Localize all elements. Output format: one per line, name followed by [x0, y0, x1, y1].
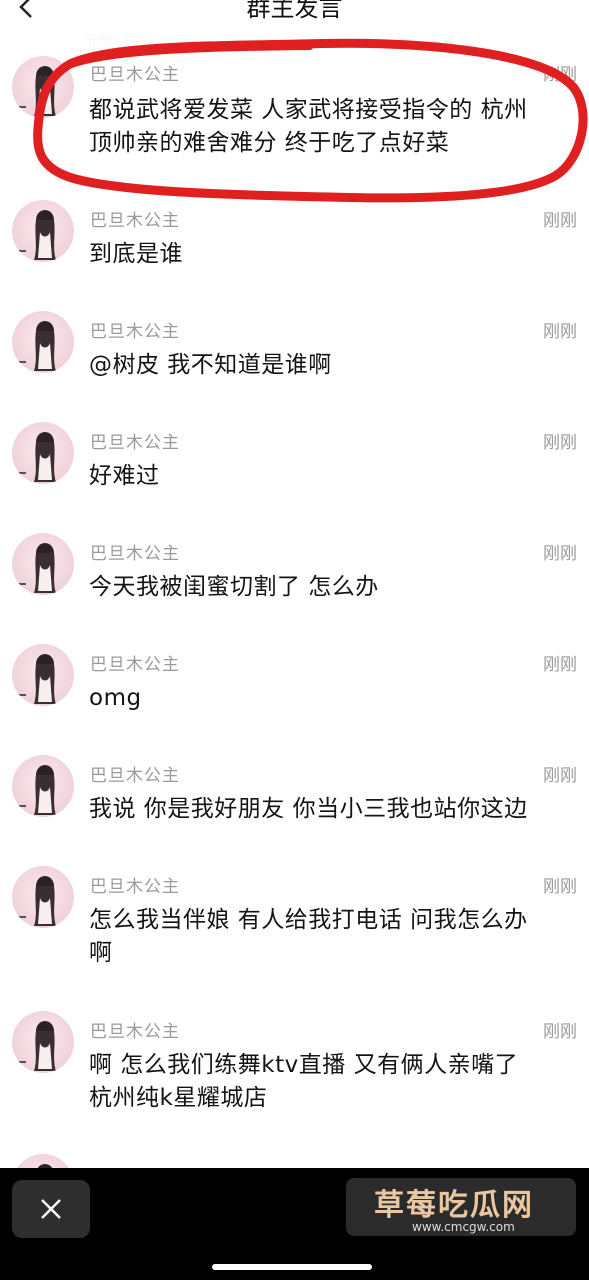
sender-name: 巴旦木公主 — [90, 322, 180, 342]
home-indicator[interactable] — [212, 1264, 372, 1270]
status-time: 12:57 — [84, 32, 151, 56]
sender-name: 巴旦木公主 — [90, 433, 180, 453]
message-text[interactable]: 今天我被闺蜜切割了 怎么办 — [89, 571, 579, 604]
message-line: 今天我被闺蜜切割了 怎么办 — [89, 574, 379, 600]
avatar[interactable] — [12, 866, 74, 928]
message-time: 刚刚 — [543, 877, 577, 897]
sender-name: 巴旦木公主 — [90, 1022, 180, 1042]
message-text[interactable]: @树皮 我不知道是谁啊 — [89, 349, 579, 382]
message-time: 刚刚 — [543, 65, 577, 85]
sender-name: 巴旦木公主 — [90, 211, 180, 231]
avatar[interactable] — [12, 1011, 74, 1073]
message-text[interactable]: 都说武将爱发菜 人家武将接受指令的 杭州 顶帅亲的难舍难分 终于吃了点好菜 — [89, 94, 579, 160]
avatar[interactable] — [12, 422, 74, 484]
page-title: 群主发言 — [246, 0, 343, 22]
message-line: 都说武将爱发菜 人家武将接受指令的 杭州 — [89, 97, 528, 123]
message-line: 啊 — [89, 940, 113, 966]
message-time: 刚刚 — [543, 544, 577, 564]
close-icon — [41, 1199, 61, 1219]
close-button[interactable] — [12, 1180, 90, 1238]
message-text[interactable]: 好难过 — [89, 460, 579, 493]
message-line: 杭州纯k星耀城店 — [89, 1085, 268, 1111]
sender-name: 巴旦木公主 — [90, 877, 180, 897]
message-time: 刚刚 — [543, 433, 577, 453]
message-line: 怎么我当伴娘 有人给我打电话 问我怎么办 — [89, 907, 528, 933]
message-line: 啊 怎么我们练舞ktv直播 又有俩人亲嘴了 — [89, 1052, 519, 1078]
message-line: 顶帅亲的难舍难分 终于吃了点好菜 — [89, 130, 450, 156]
sender-name: 巴旦木公主 — [90, 766, 180, 786]
watermark: 草莓吃瓜网 www.cmcgw.com — [346, 1178, 576, 1236]
sender-name: 巴旦木公主 — [90, 655, 180, 675]
message-line: 到底是谁 — [89, 241, 183, 267]
watermark-title: 草莓吃瓜网 — [374, 1188, 534, 1223]
avatar[interactable] — [12, 533, 74, 595]
message-line: @树皮 我不知道是谁啊 — [89, 352, 332, 378]
message-time: 刚刚 — [543, 655, 577, 675]
message-text[interactable]: 啊 怎么我们练舞ktv直播 又有俩人亲嘴了 杭州纯k星耀城店 — [89, 1049, 579, 1115]
message-time: 刚刚 — [543, 322, 577, 342]
sender-name: 巴旦木公主 — [90, 65, 180, 85]
message-time: 刚刚 — [543, 1022, 577, 1042]
message-text[interactable]: 我说 你是我好朋友 你当小三我也站你这边 — [89, 793, 579, 826]
next-message-peek — [0, 1140, 589, 1170]
message-text[interactable]: 到底是谁 — [89, 238, 579, 271]
message-time: 刚刚 — [543, 766, 577, 786]
message-line: omg — [89, 685, 142, 711]
message-text[interactable]: 怎么我当伴娘 有人给我打电话 问我怎么办 啊 — [89, 904, 579, 970]
message-time: 刚刚 — [543, 211, 577, 231]
message-text[interactable]: omg — [89, 682, 579, 715]
avatar[interactable] — [12, 755, 74, 817]
watermark-url: www.cmcgw.com — [412, 1220, 515, 1234]
sender-name: 巴旦木公主 — [90, 544, 180, 564]
status-icons — [418, 36, 474, 51]
avatar[interactable] — [12, 56, 74, 118]
avatar[interactable] — [12, 200, 74, 262]
top-bar: 群主发言 — [0, 0, 589, 30]
message-line: 好难过 — [89, 463, 160, 489]
avatar[interactable] — [12, 311, 74, 373]
avatar[interactable] — [12, 644, 74, 706]
message-line: 我说 你是我好朋友 你当小三我也站你这边 — [89, 796, 528, 822]
